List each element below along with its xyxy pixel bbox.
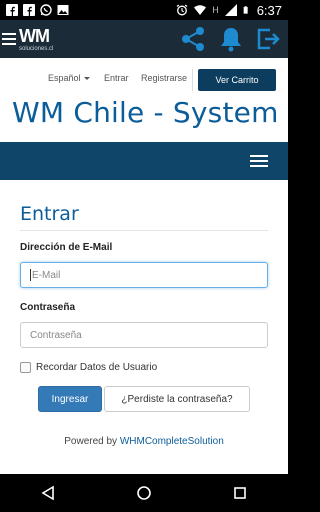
share-icon[interactable] (180, 26, 206, 52)
network-type: H (212, 5, 219, 15)
register-link[interactable]: Registrarse (141, 73, 187, 83)
image-icon (57, 5, 69, 15)
app-bar: WM soluciones.cl (0, 20, 288, 58)
navbar-toggle-icon[interactable] (250, 155, 268, 167)
whmcs-link[interactable]: WHMCompleteSolution (120, 436, 224, 447)
login-link[interactable]: Entrar (104, 73, 129, 83)
battery-icon (243, 6, 248, 14)
whatsapp-icon (40, 4, 52, 16)
password-label: Contraseña (20, 302, 76, 313)
logo-text: WM (19, 25, 50, 46)
clock: 6:37 (256, 2, 282, 18)
facebook-icon (6, 4, 18, 16)
login-button[interactable]: Ingresar (38, 386, 102, 412)
web-content: Español Entrar Registrarse Ver Carrito W… (0, 58, 288, 474)
heading-divider (20, 230, 268, 231)
password-field[interactable]: Contraseña (20, 322, 268, 348)
signal-icon (224, 4, 237, 16)
login-heading: Entrar (20, 203, 79, 225)
nav-divider (192, 69, 193, 91)
remember-checkbox[interactable] (20, 362, 31, 373)
chevron-down-icon (83, 77, 90, 81)
remember-label: Recordar Datos de Usuario (36, 362, 158, 373)
top-nav: Español Entrar Registrarse Ver Carrito (0, 69, 288, 91)
site-title[interactable]: WM Chile - System Ca (12, 96, 288, 129)
wifi-icon (194, 5, 207, 15)
menu-icon[interactable] (2, 33, 16, 45)
email-field[interactable]: E-Mail (20, 262, 268, 288)
view-cart-button[interactable]: Ver Carrito (198, 69, 276, 91)
facebook-icon (23, 4, 35, 16)
forgot-password-button[interactable]: ¿Perdiste la contraseña? (104, 386, 250, 412)
bell-icon[interactable] (220, 26, 242, 52)
logo-subtitle: soluciones.cl (19, 45, 54, 52)
exit-icon[interactable] (256, 27, 280, 51)
back-icon[interactable] (40, 485, 56, 501)
recents-icon[interactable] (232, 485, 248, 501)
system-indicators: H 6:37 (176, 3, 282, 18)
home-icon[interactable] (136, 485, 152, 501)
remember-me[interactable]: Recordar Datos de Usuario (20, 362, 157, 373)
notification-icons (6, 4, 69, 16)
system-nav-bar (0, 474, 288, 512)
main-navbar (0, 142, 288, 180)
powered-by: Powered by WHMCompleteSolution (64, 436, 224, 447)
status-bar: H 6:37 (0, 0, 288, 20)
language-selector[interactable]: Español (48, 73, 90, 83)
app-logo: WM soluciones.cl (19, 27, 53, 52)
alarm-icon (176, 4, 188, 16)
email-label: Dirección de E-Mail (20, 242, 113, 253)
